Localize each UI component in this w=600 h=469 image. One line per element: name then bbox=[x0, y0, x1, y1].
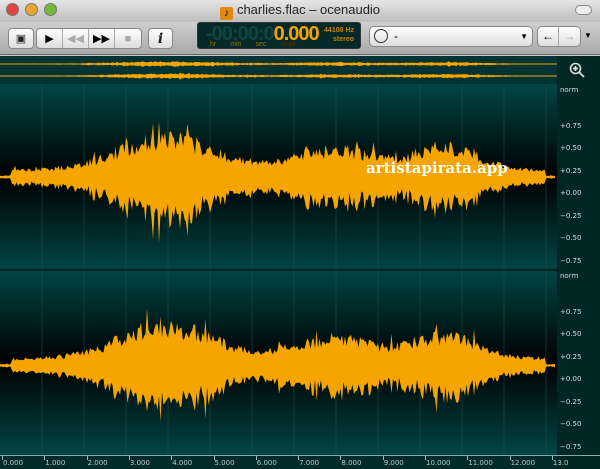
scale-label: −0.25 bbox=[560, 211, 582, 220]
unit-smpl: smpl bbox=[280, 41, 296, 48]
minimize-button[interactable] bbox=[25, 3, 38, 16]
scale-label: −0.75 bbox=[560, 442, 582, 451]
scale-label: −0.50 bbox=[560, 420, 582, 428]
forward-button[interactable]: → bbox=[559, 27, 580, 46]
scale-label: −0.75 bbox=[560, 256, 582, 265]
amplitude-scale: norm +0.75 +0.50 +0.25 +0.00 −0.25 −0.50 −0.75 n… bbox=[557, 56, 600, 469]
time-tick-label: 1.000 bbox=[45, 459, 66, 467]
time-tick bbox=[298, 456, 300, 460]
time-tick bbox=[128, 456, 130, 460]
waveform-view[interactable] bbox=[0, 84, 557, 455]
dropdown-arrow-icon: ▼ bbox=[520, 32, 528, 41]
clock-icon bbox=[374, 29, 388, 43]
scale-label: −0.50 bbox=[560, 234, 582, 242]
time-tick bbox=[171, 456, 173, 460]
time-tick bbox=[86, 456, 88, 460]
scale-label: +0.25 bbox=[560, 166, 582, 175]
rewind-button[interactable]: ◀◀ bbox=[63, 29, 89, 48]
time-tick bbox=[340, 456, 342, 460]
editor-area: artistapirata.app norm +0.75 +0.50 +0.25 +0.… bbox=[0, 56, 600, 469]
back-button[interactable]: ← bbox=[538, 27, 559, 46]
unit-sec: sec bbox=[255, 41, 267, 48]
view-button[interactable]: ▣ bbox=[8, 28, 34, 49]
nav-menu-arrow-icon[interactable]: ▼ bbox=[584, 31, 592, 40]
history-combo[interactable]: - ▼ bbox=[369, 26, 533, 47]
time-tick-label: 7.000 bbox=[299, 459, 320, 467]
time-tick bbox=[382, 456, 384, 460]
sample-rate: 44100 Hz bbox=[324, 27, 354, 34]
scale-label: +0.75 bbox=[560, 307, 582, 316]
overview-waveform[interactable] bbox=[0, 56, 557, 84]
time-tick-label: 8.000 bbox=[341, 459, 362, 467]
scale-label: −0.25 bbox=[560, 397, 582, 406]
time-tick-label: 5.000 bbox=[214, 459, 235, 467]
time-tick-label: 13.0 bbox=[552, 459, 569, 467]
time-tick-label: 2.000 bbox=[87, 459, 108, 467]
time-tick bbox=[509, 456, 511, 460]
scale-label: +0.50 bbox=[560, 330, 582, 338]
close-button[interactable] bbox=[6, 3, 19, 16]
time-tick bbox=[467, 456, 469, 460]
overview-background bbox=[0, 56, 557, 84]
time-tick bbox=[213, 456, 215, 460]
scale-label: +0.00 bbox=[560, 375, 582, 383]
time-tick bbox=[255, 456, 257, 460]
transport-group: ▶ ◀◀ ▶▶ ■ bbox=[36, 28, 142, 49]
scale-label: norm bbox=[560, 86, 579, 94]
unit-min: min bbox=[230, 41, 242, 48]
history-value: - bbox=[394, 29, 398, 43]
time-tick bbox=[551, 456, 553, 460]
time-tick-label: 12.000 bbox=[510, 459, 536, 467]
time-tick bbox=[425, 456, 426, 460]
window-title: charlies.flac – ocenaudio bbox=[236, 2, 381, 17]
time-display: -00:00:00.000 hr min sec smpl 44100 Hz st… bbox=[197, 22, 361, 49]
watermark: artistapirata.app bbox=[366, 159, 508, 177]
play-button[interactable]: ▶ bbox=[37, 29, 63, 48]
history-nav: ← → bbox=[537, 26, 581, 47]
time-tick-label: 3.000 bbox=[129, 459, 150, 467]
music-note-icon: ♪ bbox=[219, 7, 233, 20]
stop-button[interactable]: ■ bbox=[115, 29, 141, 48]
time-tick-label: 11.000 bbox=[468, 459, 493, 467]
zoom-in-icon[interactable] bbox=[569, 62, 585, 78]
channel-mode: stereo bbox=[332, 36, 354, 43]
scale-label: +0.50 bbox=[560, 144, 582, 152]
time-tick bbox=[2, 456, 3, 460]
toolbar-toggle-button[interactable] bbox=[575, 5, 592, 15]
time-tick-label: 6.000 bbox=[256, 459, 277, 467]
time-tick bbox=[44, 456, 46, 460]
unit-hr: hr bbox=[210, 41, 217, 48]
info-button[interactable]: i bbox=[148, 28, 173, 49]
time-tick-label: 0.000 bbox=[3, 459, 24, 467]
scale-label: norm bbox=[560, 272, 579, 280]
scale-label: +0.25 bbox=[560, 352, 582, 361]
fast-forward-button[interactable]: ▶▶ bbox=[89, 29, 115, 48]
view-icon: ▣ bbox=[15, 33, 27, 45]
time-tick-label: 9.000 bbox=[383, 459, 404, 467]
scale-label: +0.75 bbox=[560, 121, 582, 130]
zoom-button[interactable] bbox=[44, 3, 57, 16]
scale-label: +0.00 bbox=[560, 189, 582, 197]
time-tick-label: 4.000 bbox=[172, 459, 193, 467]
time-tick-label: 10.000 bbox=[426, 459, 451, 467]
title-bar: ♪ charlies.flac – ocenaudio bbox=[0, 0, 600, 22]
time-axis: 0.000 1.000 2.000 3.000 4.000 5.000 6.000 7.000… bbox=[0, 455, 600, 469]
